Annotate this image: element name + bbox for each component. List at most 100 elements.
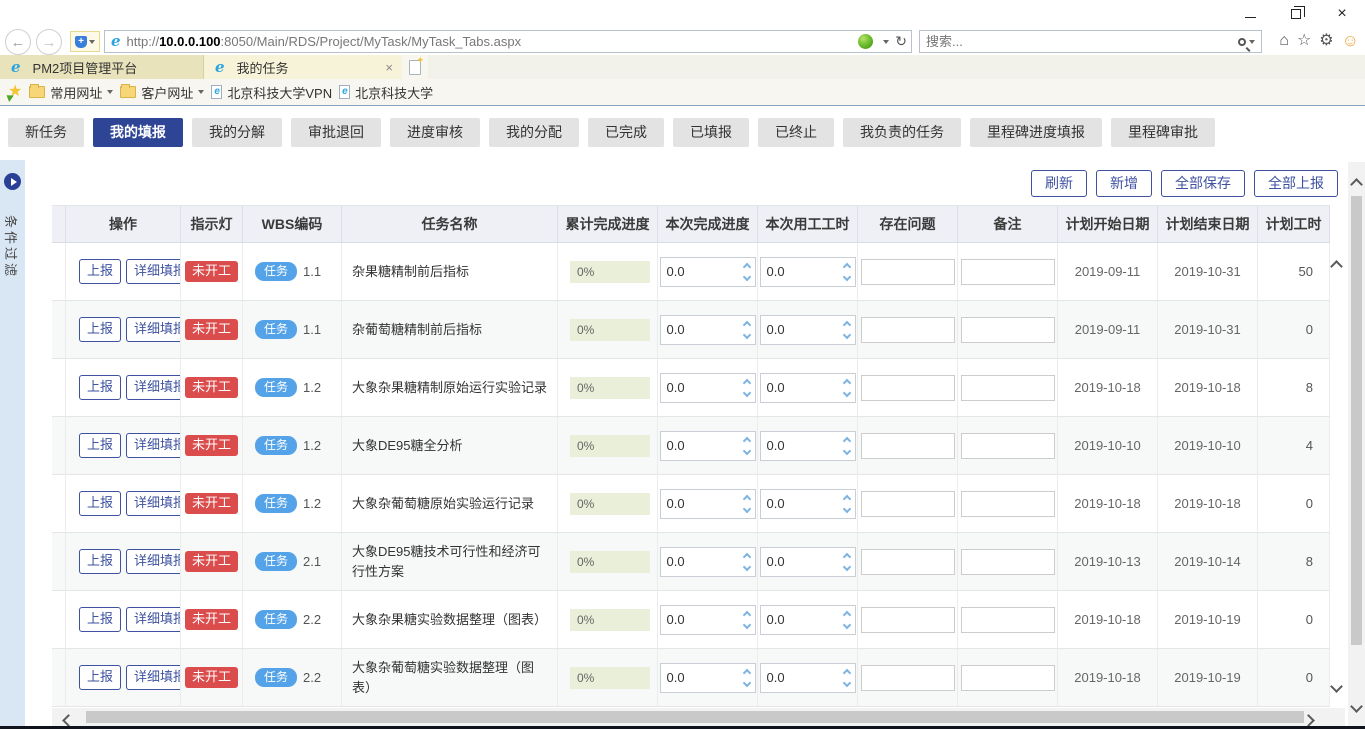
this-hours-input[interactable]	[761, 374, 839, 402]
favorites-star-icon[interactable]: ☆	[1297, 31, 1311, 51]
spinner-down-icon[interactable]	[742, 388, 750, 396]
problem-input[interactable]	[861, 607, 955, 633]
this-progress-input[interactable]	[661, 316, 739, 344]
detail-fill-button[interactable]: 详细填报	[126, 607, 181, 631]
nav-tab[interactable]: 我负责的任务	[843, 118, 961, 147]
spinner-up-icon[interactable]	[742, 320, 750, 328]
addon-dropdown-icon[interactable]	[883, 40, 889, 44]
spinner-up-icon[interactable]	[742, 552, 750, 560]
report-button[interactable]: 上报	[79, 375, 121, 399]
address-bar[interactable]: e http://10.0.0.100:8050/Main/RDS/Projec…	[104, 30, 912, 53]
spinner-up-icon[interactable]	[742, 436, 750, 444]
nav-tab[interactable]: 我的填报	[93, 118, 183, 147]
refresh-icon[interactable]: ↻	[895, 33, 907, 50]
nav-tab[interactable]: 进度审核	[390, 118, 480, 147]
favorites-folder-customer[interactable]: 客户网址	[120, 83, 204, 102]
detail-fill-button[interactable]: 详细填报	[126, 491, 181, 515]
this-hours-input[interactable]	[761, 432, 839, 460]
spinner-down-icon[interactable]	[742, 446, 750, 454]
detail-fill-button[interactable]: 详细填报	[126, 259, 181, 283]
problem-input[interactable]	[861, 433, 955, 459]
detail-fill-button[interactable]: 详细填报	[126, 375, 181, 399]
back-button[interactable]: ←	[5, 29, 31, 55]
spinner-up-icon[interactable]	[742, 668, 750, 676]
scroll-up-button[interactable]	[1352, 176, 1361, 194]
browser-tab-pm2[interactable]: e PM2项目管理平台	[0, 55, 204, 79]
nav-tab[interactable]: 我的分配	[489, 118, 579, 147]
home-icon[interactable]: ⌂	[1279, 31, 1289, 51]
this-progress-input[interactable]	[661, 374, 739, 402]
nav-tab[interactable]: 已填报	[673, 118, 749, 147]
spinner-down-icon[interactable]	[742, 272, 750, 280]
spinner-down-icon[interactable]	[742, 562, 750, 570]
spinner-down-icon[interactable]	[842, 330, 850, 338]
feedback-smiley-icon[interactable]: ☺	[1342, 31, 1359, 51]
spinner-up-icon[interactable]	[842, 610, 850, 618]
spinner-up-icon[interactable]	[742, 494, 750, 502]
new-tab-button[interactable]: ✦	[402, 55, 428, 79]
detail-fill-button[interactable]: 详细填报	[126, 549, 181, 573]
problem-input[interactable]	[861, 259, 955, 285]
spinner-down-icon[interactable]	[842, 446, 850, 454]
nav-tab[interactable]: 已完成	[588, 118, 664, 147]
scroll-left-button[interactable]	[64, 712, 73, 726]
spinner-down-icon[interactable]	[742, 504, 750, 512]
remark-input[interactable]	[961, 549, 1055, 575]
compatibility-button[interactable]: +	[70, 31, 100, 52]
report-button[interactable]: 上报	[79, 607, 121, 631]
this-hours-input[interactable]	[761, 606, 839, 634]
this-hours-input[interactable]	[761, 258, 839, 286]
settings-gear-icon[interactable]: ⚙	[1319, 31, 1333, 51]
this-progress-input[interactable]	[661, 548, 739, 576]
remark-input[interactable]	[961, 317, 1055, 343]
remark-input[interactable]	[961, 665, 1055, 691]
forward-button[interactable]: →	[36, 29, 62, 55]
problem-input[interactable]	[861, 665, 955, 691]
this-progress-input[interactable]	[661, 490, 739, 518]
scroll-right-button[interactable]	[1304, 712, 1313, 726]
spinner-up-icon[interactable]	[842, 262, 850, 270]
minimize-button[interactable]	[1227, 0, 1273, 28]
horizontal-scrollbar-thumb[interactable]	[86, 711, 1304, 723]
spinner-up-icon[interactable]	[842, 552, 850, 560]
grid-scroll-down-button[interactable]	[1332, 678, 1341, 696]
report-button[interactable]: 上报	[79, 491, 121, 515]
spinner-down-icon[interactable]	[842, 562, 850, 570]
problem-input[interactable]	[861, 491, 955, 517]
nav-tab[interactable]: 新任务	[8, 118, 84, 147]
nav-tab[interactable]: 我的分解	[192, 118, 282, 147]
this-hours-input[interactable]	[761, 548, 839, 576]
report-button[interactable]: 上报	[79, 433, 121, 457]
remark-input[interactable]	[961, 607, 1055, 633]
spinner-down-icon[interactable]	[742, 620, 750, 628]
spinner-up-icon[interactable]	[842, 436, 850, 444]
remark-input[interactable]	[961, 433, 1055, 459]
search-input[interactable]	[926, 34, 1238, 49]
tab-close-icon[interactable]: ×	[385, 61, 393, 74]
remark-input[interactable]	[961, 491, 1055, 517]
nav-tab[interactable]: 里程碑进度填报	[970, 118, 1102, 147]
spinner-up-icon[interactable]	[842, 494, 850, 502]
spinner-up-icon[interactable]	[842, 668, 850, 676]
horizontal-scrollbar[interactable]	[52, 708, 1345, 726]
report-button[interactable]: 上报	[79, 665, 121, 689]
problem-input[interactable]	[861, 549, 955, 575]
this-hours-input[interactable]	[761, 490, 839, 518]
addon-icon[interactable]	[858, 34, 873, 49]
spinner-down-icon[interactable]	[742, 678, 750, 686]
toolbar-button[interactable]: 全部上报	[1254, 170, 1338, 197]
browser-tab-mytask[interactable]: e 我的任务 ×	[204, 55, 402, 79]
nav-tab[interactable]: 已终止	[758, 118, 834, 147]
problem-input[interactable]	[861, 375, 955, 401]
spinner-down-icon[interactable]	[842, 504, 850, 512]
spinner-up-icon[interactable]	[742, 610, 750, 618]
toolbar-button[interactable]: 刷新	[1031, 170, 1087, 197]
report-button[interactable]: 上报	[79, 549, 121, 573]
spinner-down-icon[interactable]	[842, 678, 850, 686]
this-hours-input[interactable]	[761, 316, 839, 344]
nav-tab[interactable]: 审批退回	[291, 118, 381, 147]
toolbar-button[interactable]: 全部保存	[1161, 170, 1245, 197]
spinner-down-icon[interactable]	[842, 272, 850, 280]
report-button[interactable]: 上报	[79, 259, 121, 283]
this-progress-input[interactable]	[661, 664, 739, 692]
